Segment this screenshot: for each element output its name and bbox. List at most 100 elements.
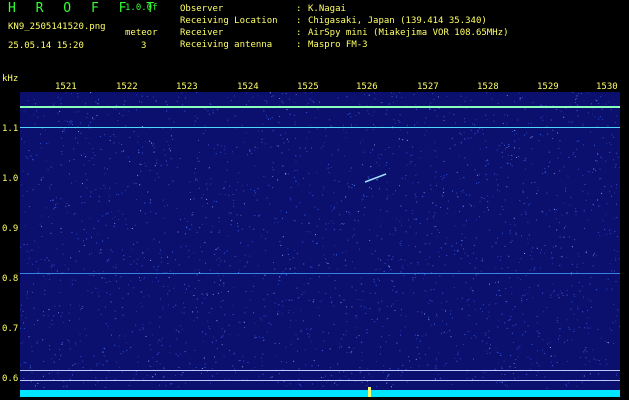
noise-speck: [41, 147, 43, 149]
noise-speck: [227, 291, 229, 292]
noise-speck: [233, 206, 234, 207]
noise-speck: [549, 347, 551, 348]
noise-speck: [487, 159, 489, 161]
noise-speck: [400, 258, 402, 260]
noise-speck: [497, 326, 499, 328]
noise-speck: [59, 305, 61, 307]
noise-speck: [78, 111, 80, 113]
noise-speck: [60, 315, 62, 317]
noise-speck: [521, 300, 523, 302]
noise-speck: [71, 283, 73, 285]
noise-speck: [43, 115, 45, 117]
noise-speck: [61, 343, 63, 345]
noise-speck: [502, 232, 503, 234]
noise-speck: [583, 351, 585, 353]
noise-speck: [63, 128, 65, 130]
noise-speck: [351, 125, 352, 127]
noise-speck: [403, 275, 405, 277]
noise-speck: [379, 308, 381, 310]
noise-speck: [155, 373, 156, 375]
noise-speck: [295, 155, 297, 157]
noise-speck: [155, 277, 157, 279]
noise-speck: [345, 137, 347, 139]
noise-speck: [306, 112, 308, 114]
noise-speck: [416, 338, 417, 340]
noise-speck: [308, 192, 310, 194]
noise-speck: [387, 195, 389, 197]
noise-speck: [464, 334, 466, 335]
noise-speck: [159, 252, 161, 254]
info-sep: :: [296, 4, 302, 14]
noise-speck: [105, 224, 107, 226]
noise-speck: [130, 347, 132, 348]
noise-speck: [66, 121, 68, 122]
noise-speck: [519, 147, 520, 149]
noise-speck: [253, 312, 254, 314]
noise-speck: [441, 309, 443, 311]
noise-speck: [168, 304, 169, 306]
noise-speck: [413, 292, 415, 294]
noise-speck: [302, 177, 304, 179]
noise-speck: [395, 218, 397, 220]
noise-speck: [431, 300, 433, 302]
noise-speck: [311, 92, 313, 94]
noise-speck: [499, 295, 501, 297]
noise-speck: [587, 317, 589, 319]
noise-speck: [528, 204, 530, 206]
noise-speck: [343, 299, 345, 301]
noise-speck: [296, 287, 298, 289]
noise-speck: [85, 156, 87, 158]
noise-speck: [108, 195, 110, 197]
noise-speck: [53, 264, 55, 266]
noise-speck: [41, 215, 43, 217]
noise-speck: [377, 154, 379, 156]
noise-speck: [120, 276, 122, 278]
noise-speck: [333, 229, 335, 231]
noise-speck: [224, 193, 226, 195]
noise-speck: [466, 378, 468, 380]
noise-speck: [371, 253, 373, 255]
noise-speck: [297, 297, 299, 299]
noise-speck: [220, 260, 222, 262]
noise-speck: [110, 301, 112, 303]
noise-speck: [366, 196, 368, 197]
noise-speck: [210, 231, 212, 233]
noise-speck: [476, 173, 478, 175]
noise-speck: [218, 257, 220, 259]
noise-speck: [576, 319, 578, 321]
noise-speck: [272, 162, 274, 164]
noise-speck: [129, 256, 131, 258]
noise-speck: [602, 220, 604, 222]
noise-speck: [194, 287, 196, 289]
noise-speck: [91, 128, 92, 130]
noise-speck: [115, 267, 117, 269]
noise-speck: [314, 117, 316, 119]
noise-speck: [184, 233, 186, 235]
noise-speck: [403, 267, 405, 269]
carrier-band: [20, 106, 620, 108]
noise-speck: [380, 154, 382, 156]
noise-speck: [440, 206, 442, 208]
noise-speck: [486, 92, 488, 94]
noise-speck: [228, 194, 230, 196]
noise-speck: [469, 204, 471, 206]
noise-speck: [386, 109, 388, 111]
noise-speck: [445, 243, 447, 245]
noise-speck: [508, 155, 510, 156]
noise-speck: [525, 275, 527, 277]
noise-speck: [451, 245, 453, 247]
noise-speck: [276, 145, 278, 147]
noise-speck: [83, 382, 85, 384]
noise-speck: [342, 334, 344, 336]
noise-speck: [249, 299, 251, 301]
noise-speck: [470, 99, 472, 101]
noise-speck: [386, 199, 388, 201]
noise-speck: [206, 198, 207, 200]
noise-speck: [167, 204, 169, 206]
noise-speck: [66, 386, 68, 388]
noise-speck: [128, 284, 129, 286]
noise-speck: [159, 363, 161, 365]
noise-speck: [85, 138, 87, 139]
noise-speck: [406, 139, 408, 141]
noise-speck: [141, 265, 143, 267]
